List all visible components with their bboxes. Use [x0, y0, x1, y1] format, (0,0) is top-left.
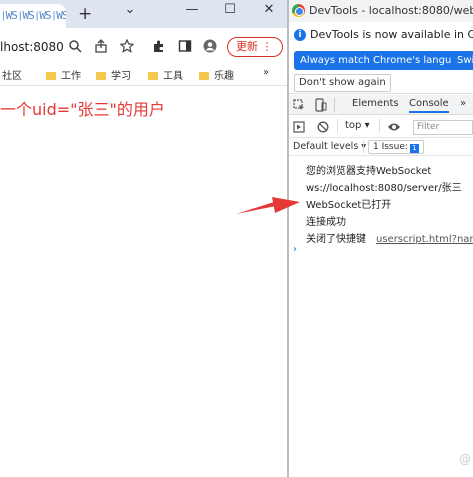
default-levels-dropdown[interactable]: Default levels ▾: [293, 141, 366, 152]
browser-window: ❘WS❘WS❘WS❘WS + ⌄ — ☐ ✕ lhost:8080 更新 ⋮ 社…: [0, 0, 287, 477]
folder-icon: [199, 72, 209, 80]
console-message-text: 关闭了快捷键: [306, 234, 366, 245]
bookmark-community[interactable]: 社区: [2, 67, 22, 82]
console-message: 您的浏览器支持WebSocket: [306, 166, 432, 177]
chrome-logo-icon: [292, 4, 305, 17]
address-bar: lhost:8080 更新 ⋮: [0, 28, 287, 64]
console-message: ws://localhost:8080/server/张三: [306, 179, 462, 194]
devtools-title-bar: DevTools - localhost:8080/websocke: [289, 0, 473, 22]
devtools-window: DevTools - localhost:8080/websocke i Dev…: [289, 0, 473, 477]
close-button[interactable]: ✕: [261, 2, 277, 17]
toolbar-separator: [334, 98, 335, 112]
bookmark-folder-work[interactable]: 工作: [46, 67, 81, 82]
browser-tab[interactable]: ❘WS❘WS❘WS❘WS: [0, 4, 66, 28]
issues-count-badge: 1: [409, 144, 419, 153]
console-message-text: ws://localhost:8080/server/张三: [306, 183, 462, 194]
console-message: 连接成功: [306, 217, 346, 228]
devtools-tab-bar: Elements Console »: [289, 95, 473, 115]
extensions-icon[interactable]: [152, 39, 166, 53]
toolbar-separator: [379, 119, 380, 133]
minimize-button[interactable]: —: [184, 2, 200, 17]
zoom-icon[interactable]: [68, 39, 82, 53]
language-infobar: i DevTools is now available in Chinese! …: [289, 22, 473, 94]
toolbar-separator: [337, 119, 338, 133]
bookmark-label: 工作: [61, 71, 81, 82]
issues-button[interactable]: 1 Issue: 1: [368, 140, 424, 154]
console-levels-bar: Default levels ▾ 1 Issue: 1: [289, 138, 473, 156]
infobar-message: DevTools is now available in Chinese!: [310, 28, 473, 41]
tab-console[interactable]: Console: [409, 98, 449, 113]
bookmarks-more-button[interactable]: »: [263, 67, 269, 78]
always-match-language-button[interactable]: Always match Chrome's language: [294, 51, 473, 70]
source-link[interactable]: userscript.html?name: [376, 234, 473, 245]
device-toolbar-icon[interactable]: [315, 98, 327, 112]
console-message: WebSocket已打开: [306, 200, 392, 211]
folder-icon: [148, 72, 158, 80]
side-panel-icon[interactable]: [178, 39, 192, 53]
bookmark-label: 社区: [2, 71, 22, 82]
tab-search-icon[interactable]: ⌄: [122, 2, 138, 17]
maximize-button[interactable]: ☐: [222, 2, 238, 17]
switch-language-button[interactable]: Switch: [452, 51, 473, 70]
more-tabs-button[interactable]: »: [460, 98, 466, 109]
watermark: @: [459, 452, 471, 466]
new-tab-button[interactable]: +: [78, 4, 92, 24]
screenshot-root: ❘WS❘WS❘WS❘WS + ⌄ — ☐ ✕ lhost:8080 更新 ⋮ 社…: [0, 0, 473, 477]
bookmark-star-icon[interactable]: [120, 39, 134, 53]
share-icon[interactable]: [94, 39, 108, 53]
bookmark-folder-study[interactable]: 学习: [96, 67, 131, 82]
bookmark-label: 学习: [111, 71, 131, 82]
console-prompt[interactable]: ›: [293, 244, 297, 255]
folder-icon: [46, 72, 56, 80]
console-filter-input[interactable]: Filter: [413, 120, 473, 135]
sidebar-toggle-icon[interactable]: [293, 121, 305, 133]
update-button[interactable]: 更新 ⋮: [227, 37, 283, 57]
bookmark-folder-fun[interactable]: 乐趣: [199, 67, 234, 82]
console-message: 关闭了快捷键 userscript.html?name: [306, 230, 473, 245]
issues-label: 1 Issue:: [373, 142, 408, 152]
tab-title: ❘WS❘WS❘WS❘WS: [0, 9, 66, 22]
bookmarks-bar: 社区 工作 学习 工具 乐趣 »: [0, 64, 287, 86]
eye-icon[interactable]: [387, 122, 401, 132]
tab-bar: ❘WS❘WS❘WS❘WS + ⌄ — ☐ ✕: [0, 0, 287, 28]
inspect-element-icon[interactable]: [293, 99, 305, 111]
bookmark-folder-tools[interactable]: 工具: [148, 67, 183, 82]
folder-icon: [96, 72, 106, 80]
clear-console-icon[interactable]: [317, 121, 329, 133]
bookmark-label: 乐趣: [214, 71, 234, 82]
devtools-title: DevTools - localhost:8080/websocke: [309, 4, 473, 17]
context-selector[interactable]: top ▾: [345, 120, 370, 131]
bookmark-label: 工具: [163, 71, 183, 82]
page-annotation-text: 一个uid="张三"的用户: [0, 100, 165, 119]
dont-show-again-button[interactable]: Don't show again: [294, 74, 391, 92]
profile-avatar-icon[interactable]: [203, 39, 217, 53]
console-toolbar: top ▾ Filter: [289, 116, 473, 138]
info-icon: i: [294, 29, 306, 41]
tab-elements[interactable]: Elements: [352, 98, 399, 109]
toolbar-separator: [363, 141, 364, 153]
